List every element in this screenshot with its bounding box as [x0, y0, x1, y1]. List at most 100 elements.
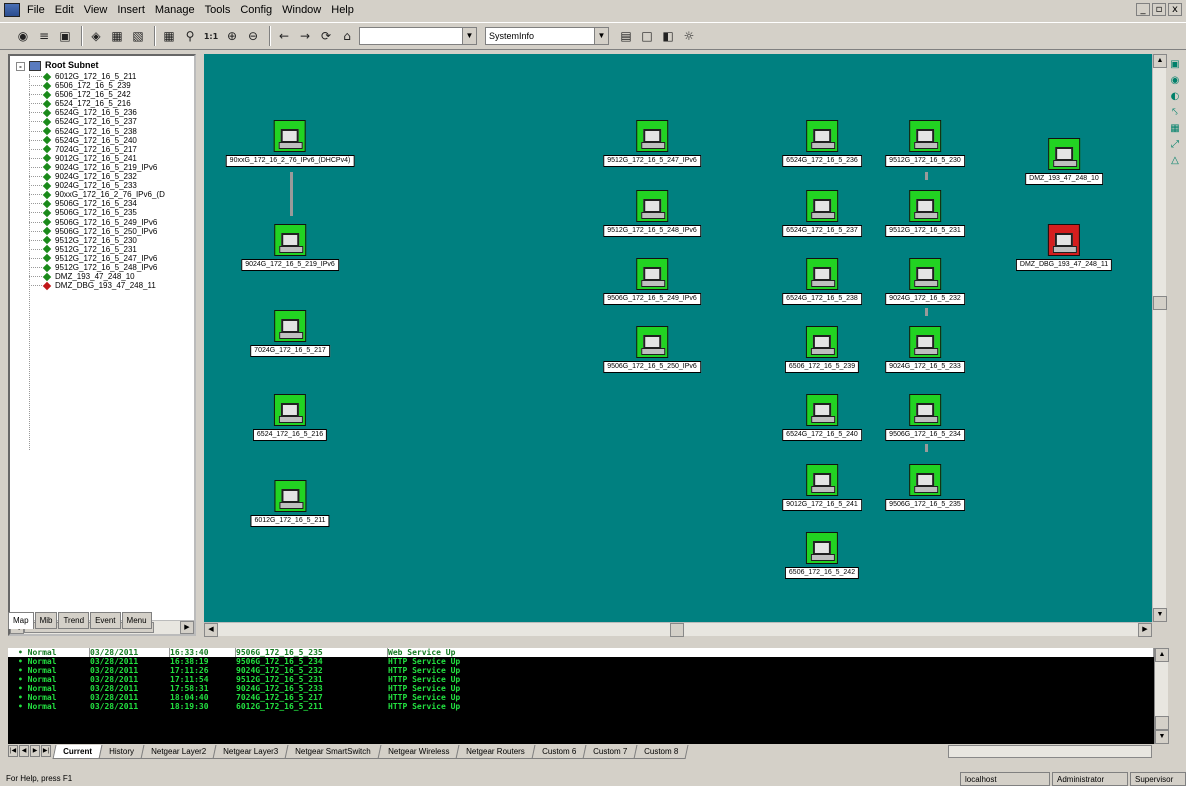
map-device-node[interactable]: 9506G_172_16_5_250_IPv6: [603, 326, 701, 373]
tab-custom-6[interactable]: Custom 6: [531, 745, 587, 759]
list-icon[interactable]: ≡: [35, 27, 53, 45]
tree-item[interactable]: 9512G_172_16_5_230: [16, 236, 194, 245]
tree-item[interactable]: 6506_172_16_5_242: [16, 90, 194, 99]
tree-item[interactable]: 9506G_172_16_5_235: [16, 208, 194, 217]
menu-tools[interactable]: Tools: [200, 4, 236, 16]
tree-item[interactable]: 6524G_172_16_5_238: [16, 127, 194, 136]
close-button[interactable]: x: [1168, 3, 1182, 16]
zoom-icon[interactable]: ⚲: [181, 27, 199, 45]
tree-item[interactable]: 9512G_172_16_5_248_IPv6: [16, 263, 194, 272]
home-icon[interactable]: ⌂: [338, 27, 356, 45]
tree-item[interactable]: DMZ_DBG_193_47_248_11: [16, 281, 194, 290]
computer-icon[interactable]: [274, 224, 306, 256]
tab-custom-7[interactable]: Custom 7: [582, 745, 638, 759]
tab-mib[interactable]: Mib: [34, 612, 58, 629]
minimize-button[interactable]: _: [1136, 3, 1150, 16]
tree-item[interactable]: 9024G_172_16_5_219_IPv6: [16, 163, 194, 172]
expand-icon[interactable]: ⤢: [1168, 138, 1182, 151]
tree-item[interactable]: 6012G_172_16_5_211: [16, 72, 194, 81]
tree-item[interactable]: 9512G_172_16_5_231: [16, 245, 194, 254]
map-device-node[interactable]: 9512G_172_16_5_248_IPv6: [603, 190, 701, 237]
log-row[interactable]: • Normal 03/28/2011 16:33:40 9506G_172_16_5…: [8, 648, 1154, 657]
log-row[interactable]: • Normal 03/28/2011 17:11:26 9024G_172_16_5…: [8, 666, 1154, 675]
menu-manage[interactable]: Manage: [150, 4, 200, 16]
window-icon[interactable]: □: [638, 27, 656, 45]
tree-item[interactable]: 6524G_172_16_5_237: [16, 117, 194, 126]
binoculars-icon[interactable]: ◉: [14, 27, 32, 45]
log-row[interactable]: • Normal 03/28/2011 18:04:40 7024G_172_16_5…: [8, 693, 1154, 702]
tab-next-icon[interactable]: ▶: [30, 745, 40, 757]
network-icon[interactable]: ▦: [108, 27, 126, 45]
tile-icon[interactable]: ▤: [617, 27, 635, 45]
scroll-up-icon[interactable]: ▲: [1155, 648, 1169, 662]
computer-icon[interactable]: [636, 190, 668, 222]
tree-item[interactable]: 9012G_172_16_5_241: [16, 154, 194, 163]
map-device-node[interactable]: 9024G_172_16_5_233: [885, 326, 965, 373]
map-device-node[interactable]: DMZ_193_47_248_10: [1025, 138, 1103, 185]
computer-icon[interactable]: [908, 258, 941, 290]
systeminfo-combo[interactable]: SystemInfo ▼: [485, 27, 609, 45]
scroll-up-icon[interactable]: ▲: [1153, 54, 1167, 68]
map-device-node[interactable]: 6524G_172_16_5_238: [782, 258, 862, 305]
map-device-node[interactable]: 9506G_172_16_5_249_IPv6: [603, 258, 701, 305]
computer-icon[interactable]: [636, 326, 668, 358]
log-row[interactable]: • Normal 03/28/2011 17:11:54 9512G_172_16_5…: [8, 675, 1154, 684]
scroll-down-icon[interactable]: ▼: [1155, 730, 1169, 744]
network-map-canvas[interactable]: 90xxG_172_16_2_76_IPv6_(DHCPv4) 9024G_172…: [204, 54, 1152, 622]
chevron-down-icon[interactable]: ▼: [462, 28, 476, 44]
scroll-right-icon[interactable]: ▶: [1138, 623, 1152, 637]
menu-config[interactable]: Config: [235, 4, 277, 16]
computer-icon[interactable]: [273, 120, 306, 152]
computer-icon[interactable]: [805, 394, 838, 426]
tree-item[interactable]: 7024G_172_16_5_217: [16, 145, 194, 154]
computer-icon[interactable]: [274, 394, 306, 426]
link-tool-icon[interactable]: ⤣: [1168, 106, 1182, 119]
tab-trend[interactable]: Trend: [58, 612, 90, 629]
map-device-node[interactable]: 6524G_172_16_5_240: [782, 394, 862, 441]
save-icon[interactable]: ▣: [56, 27, 74, 45]
scroll-down-icon[interactable]: ▼: [1153, 608, 1167, 622]
event-log[interactable]: • Normal 03/28/2011 16:33:40 9506G_172_16_5…: [8, 648, 1154, 744]
zoom-out-icon[interactable]: ⊖: [244, 27, 262, 45]
scrollbar-thumb[interactable]: [1155, 716, 1169, 730]
map-device-node[interactable]: 6506_172_16_5_242: [784, 532, 860, 579]
computer-icon[interactable]: [273, 310, 306, 342]
map-device-node[interactable]: 9512G_172_16_5_230: [885, 120, 965, 167]
computer-icon[interactable]: [1047, 138, 1080, 170]
chevron-down-icon[interactable]: ▼: [594, 28, 608, 44]
map-device-node[interactable]: 6524_172_16_5_216: [252, 394, 328, 441]
tab-netgear-layer3[interactable]: Netgear Layer3: [212, 745, 289, 759]
tree-item[interactable]: 9506G_172_16_5_249_IPv6: [16, 218, 194, 227]
menu-file[interactable]: File: [22, 4, 50, 16]
panel-icon[interactable]: ◧: [659, 27, 677, 45]
scrollbar-thumb[interactable]: [670, 623, 684, 637]
computer-icon[interactable]: [273, 480, 306, 512]
tab-menu[interactable]: Menu: [121, 612, 152, 629]
tab-last-icon[interactable]: ▶|: [41, 745, 51, 757]
computer-icon[interactable]: [908, 326, 941, 358]
computer-icon[interactable]: [805, 120, 838, 152]
minimize-panel-icon[interactable]: ▣: [1168, 58, 1182, 71]
tree-item[interactable]: 90xxG_172_16_2_76_IPv6_(D: [16, 190, 194, 199]
menu-window[interactable]: Window: [277, 4, 326, 16]
computer-icon[interactable]: [806, 532, 838, 564]
filter-icon[interactable]: ◉: [1168, 74, 1182, 87]
map-device-node[interactable]: 6524G_172_16_5_237: [782, 190, 862, 237]
tree-item[interactable]: 6524G_172_16_5_236: [16, 108, 194, 117]
tab-event[interactable]: Event: [90, 612, 121, 629]
computer-icon[interactable]: [636, 258, 668, 290]
tab-netgear-layer2[interactable]: Netgear Layer2: [140, 745, 217, 759]
log-vertical-scrollbar[interactable]: ▲ ▼: [1154, 648, 1169, 744]
map-device-node[interactable]: 9506G_172_16_5_235: [885, 464, 965, 511]
menu-help[interactable]: Help: [326, 4, 359, 16]
log-row[interactable]: • Normal 03/28/2011 18:19:30 6012G_172_16_5…: [8, 702, 1154, 711]
sun-icon[interactable]: ☼: [680, 27, 698, 45]
layout-icon[interactable]: ▦: [1168, 122, 1182, 135]
computer-icon[interactable]: [805, 464, 838, 496]
map-device-node[interactable]: 9024G_172_16_5_219_IPv6: [241, 224, 339, 271]
menu-view[interactable]: View: [79, 4, 113, 16]
computer-icon[interactable]: [908, 464, 941, 496]
map-device-node[interactable]: 9024G_172_16_5_232: [885, 258, 965, 305]
map-device-node[interactable]: 6524G_172_16_5_236: [782, 120, 862, 167]
map-device-node[interactable]: DMZ_DBG_193_47_248_11: [1015, 224, 1113, 271]
